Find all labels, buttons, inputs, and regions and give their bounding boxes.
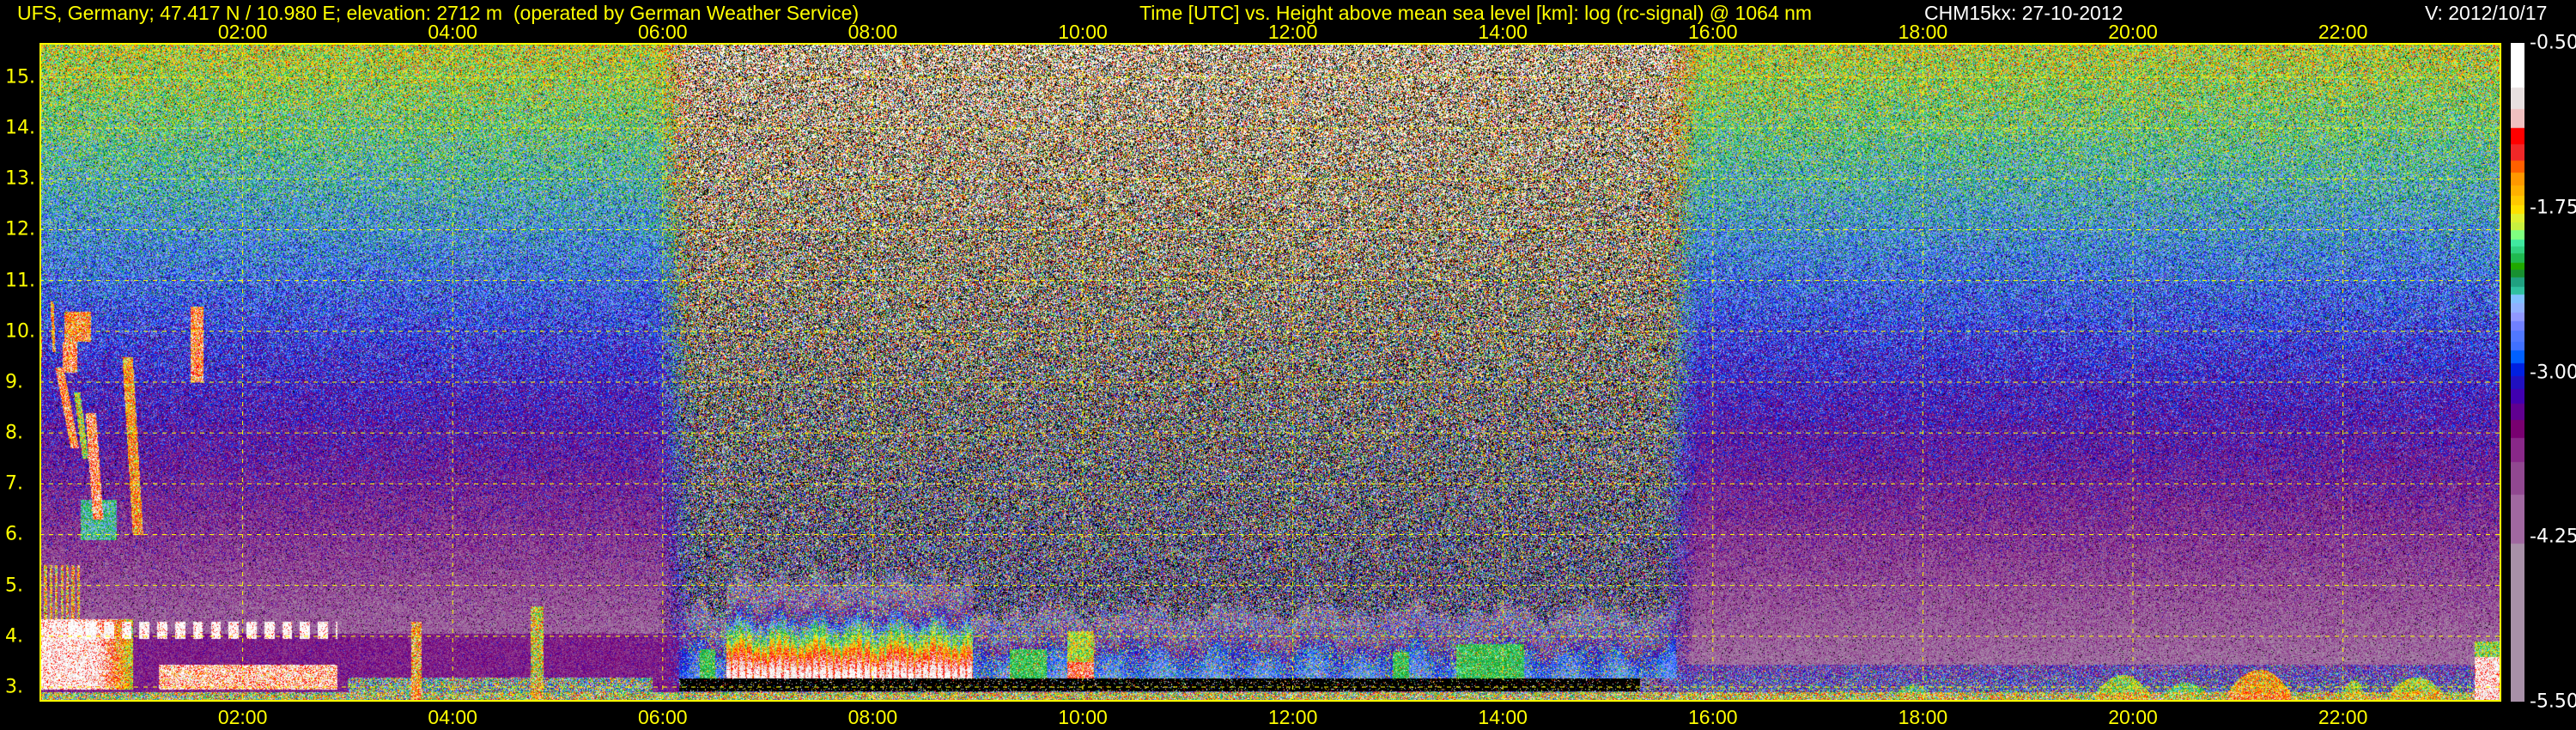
x-tick-label-bottom: 22:00 — [2318, 706, 2368, 728]
x-tick-label-top: 18:00 — [1898, 21, 1948, 43]
colorbar-tick-label: -3.00 — [2530, 362, 2576, 383]
x-tick-label-top: 10:00 — [1058, 21, 1108, 43]
y-tick-label: 8. — [5, 422, 23, 444]
y-tick-label: 10. — [5, 320, 35, 343]
y-tick-label: 7. — [5, 472, 23, 495]
x-tick-label-bottom: 08:00 — [848, 706, 898, 728]
x-tick-label-bottom: 02:00 — [217, 706, 268, 728]
x-tick-label-top: 12:00 — [1267, 21, 1318, 43]
x-tick-label-top: 02:00 — [217, 21, 268, 43]
x-tick-label-top: 16:00 — [1688, 21, 1738, 43]
colorbar-tick-label: -4.25 — [2530, 526, 2576, 548]
backscatter-heatmap — [39, 43, 2501, 702]
y-tick-label: 13. — [5, 167, 35, 190]
x-tick-label-bottom: 18:00 — [1898, 706, 1948, 728]
x-tick-label-top: 20:00 — [2108, 21, 2158, 43]
y-tick-label: 3. — [5, 676, 23, 698]
x-tick-label-top: 14:00 — [1478, 21, 1528, 43]
colorbar — [2511, 43, 2524, 702]
colorbar-tick-label: -5.50 — [2530, 690, 2576, 713]
instrument-date: CHM15kx: 27-10-2012 — [1924, 2, 2123, 24]
x-tick-label-bottom: 14:00 — [1478, 706, 1528, 728]
version-label: V: 2012/10/17 — [2425, 2, 2548, 24]
y-tick-label: 11. — [5, 270, 35, 292]
grid-overlay — [39, 43, 2501, 702]
colorbar-tick-label: -0.50 — [2530, 32, 2576, 54]
x-tick-label-top: 22:00 — [2318, 21, 2368, 43]
y-tick-label: 6. — [5, 523, 23, 545]
y-tick-label: 15. — [5, 66, 35, 88]
x-tick-label-bottom: 06:00 — [638, 706, 688, 728]
x-tick-label-top: 06:00 — [638, 21, 688, 43]
x-tick-label-bottom: 20:00 — [2108, 706, 2158, 728]
y-tick-label: 9. — [5, 371, 23, 393]
y-tick-label: 5. — [5, 575, 23, 597]
x-tick-label-bottom: 10:00 — [1058, 706, 1108, 728]
y-tick-label: 4. — [5, 625, 23, 648]
colorbar-tick-label: -1.75 — [2530, 197, 2576, 219]
y-tick-label: 12. — [5, 218, 35, 240]
x-tick-label-bottom: 04:00 — [428, 706, 477, 728]
x-tick-label-bottom: 16:00 — [1688, 706, 1738, 728]
x-tick-label-top: 08:00 — [848, 21, 898, 43]
y-tick-label: 14. — [5, 117, 35, 139]
x-tick-label-top: 04:00 — [428, 21, 477, 43]
x-tick-label-bottom: 12:00 — [1267, 706, 1318, 728]
